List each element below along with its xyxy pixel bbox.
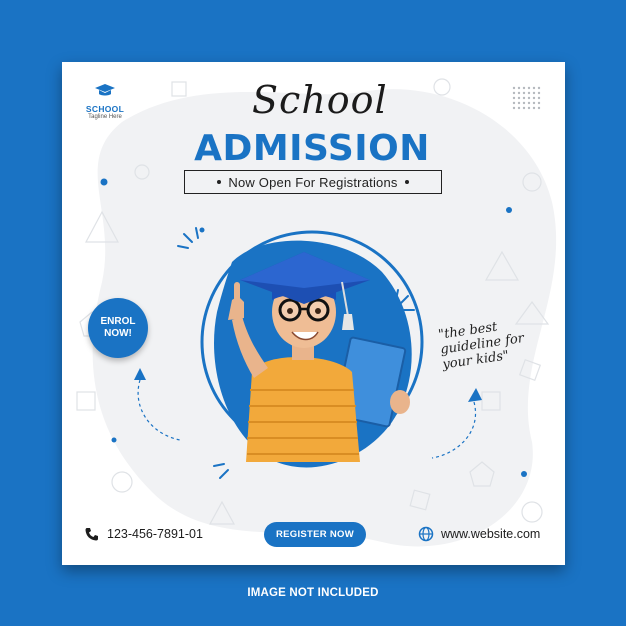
flyer-card: SCHOOL Tagline Here School ADMISSION Now… (62, 62, 565, 565)
logo-name: SCHOOL (85, 104, 125, 114)
website-contact[interactable]: www.website.com (418, 526, 540, 542)
website-url: www.website.com (441, 527, 541, 541)
bullet-dot (217, 180, 222, 184)
school-logo: SCHOOL Tagline Here (80, 84, 130, 120)
main-title: ADMISSION (194, 128, 430, 169)
student-photo (200, 230, 424, 468)
phone-number: 123-456-7891-01 (107, 527, 203, 541)
image-not-included-note: IMAGE NOT INCLUDED (247, 587, 379, 599)
logo-tagline: Tagline Here (88, 114, 122, 120)
graduation-cap-icon (95, 84, 115, 96)
enrol-now-badge[interactable]: ENROL NOW! (88, 298, 148, 358)
badge-line-1: ENROL (100, 316, 136, 327)
register-now-button[interactable]: REGISTER NOW (264, 522, 366, 547)
globe-icon (418, 526, 434, 542)
phone-icon (85, 528, 98, 541)
subtitle-text: Now Open For Registrations (228, 174, 398, 190)
dot-grid-icon (512, 86, 541, 110)
bullet-dot (404, 180, 409, 184)
badge-line-2: NOW! (104, 328, 132, 339)
phone-contact[interactable]: 123-456-7891-01 (84, 526, 203, 542)
subtitle-banner: Now Open For Registrations (184, 170, 442, 194)
script-title: School (252, 78, 388, 122)
